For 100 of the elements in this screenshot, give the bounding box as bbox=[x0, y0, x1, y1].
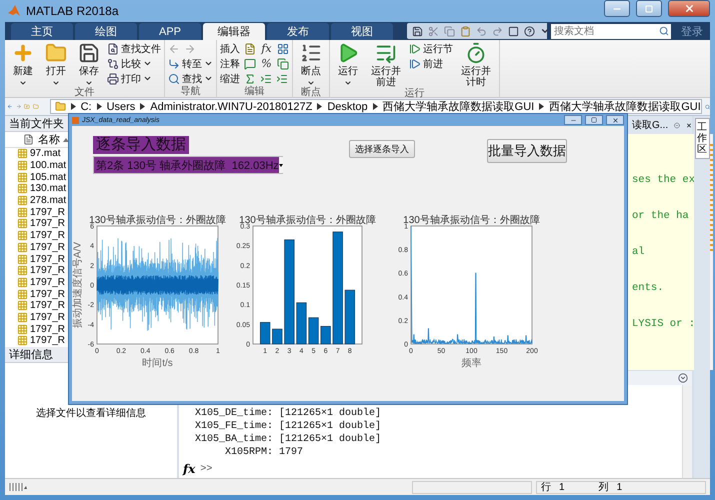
path-segment[interactable]: Users bbox=[106, 100, 136, 112]
file-name[interactable]: 1797_R bbox=[30, 206, 66, 218]
save-icon[interactable] bbox=[412, 26, 423, 36]
copy-icon[interactable] bbox=[444, 26, 455, 36]
arrow-icon bbox=[168, 58, 180, 70]
toolstrip-button[interactable]: 注释 bbox=[220, 57, 240, 70]
toolstrip-button[interactable]: 打印 bbox=[107, 72, 161, 85]
file-icon bbox=[17, 300, 28, 312]
clipboard-icon[interactable] bbox=[460, 26, 471, 36]
undo-icon[interactable] bbox=[476, 26, 487, 36]
ribbon-tab[interactable]: 视图 bbox=[331, 23, 393, 40]
file-name[interactable]: 100.mat bbox=[30, 160, 66, 172]
file-name[interactable]: 278.mat bbox=[30, 195, 66, 206]
file-name[interactable]: 97.mat bbox=[30, 148, 61, 160]
section-label: 逐条导入数据 bbox=[93, 136, 189, 154]
file-name[interactable]: 1797_R bbox=[30, 265, 66, 276]
path-segment[interactable]: Administrator.WIN7U-20180127Z bbox=[150, 100, 312, 112]
file-name[interactable]: 1797_R bbox=[30, 218, 66, 230]
file-icon bbox=[17, 335, 28, 346]
ribbon-tab[interactable]: 发布 bbox=[267, 23, 329, 40]
file-icon bbox=[17, 230, 28, 242]
file-name[interactable]: 130.mat bbox=[30, 183, 66, 194]
path-segment[interactable]: Desktop bbox=[327, 100, 368, 112]
file-name[interactable]: 1797_R bbox=[30, 288, 66, 300]
maximize-button[interactable] bbox=[636, 0, 662, 17]
ribbon-tab[interactable]: 编辑器 bbox=[203, 23, 265, 40]
variable-value: 1797 bbox=[279, 446, 304, 459]
printer-icon bbox=[107, 72, 119, 84]
toolstrip-button[interactable]: 比较 bbox=[107, 57, 161, 70]
window-icon[interactable] bbox=[508, 26, 519, 36]
import-button[interactable]: 选择逐条导入 bbox=[349, 140, 415, 158]
variable-name: X105_BA_time: bbox=[194, 433, 273, 446]
function-browser-icon[interactable]: fx bbox=[183, 462, 196, 476]
column-header[interactable]: 名称 bbox=[38, 132, 69, 147]
login-link[interactable]: 登录 bbox=[681, 24, 703, 38]
code-line: ents. bbox=[632, 282, 665, 294]
search-icon[interactable] bbox=[657, 24, 671, 38]
toolstrip-button[interactable]: fx bbox=[260, 42, 273, 55]
path-segment[interactable]: 西储大学轴承故障数据读取GUI bbox=[549, 99, 701, 114]
variable-name: X105_DE_time: bbox=[194, 407, 273, 420]
search-field[interactable]: 搜索文档 bbox=[551, 24, 657, 38]
variable-value: [121265×1 double] bbox=[279, 407, 382, 420]
status-value: 1 bbox=[616, 482, 622, 492]
file-icon bbox=[17, 288, 28, 300]
ribbon-tab[interactable]: 绘图 bbox=[75, 23, 137, 40]
editor-tab[interactable]: 读取G... bbox=[632, 118, 668, 132]
group-label: 运行 bbox=[404, 88, 426, 99]
file-name[interactable]: 1797_R bbox=[30, 276, 66, 288]
menu-icon[interactable] bbox=[674, 120, 680, 130]
separator-arrow-icon bbox=[539, 103, 544, 110]
toolstrip-button[interactable]: 断点 bbox=[296, 42, 326, 87]
toolstrip-button[interactable]: 运行并前进 bbox=[366, 42, 406, 88]
file-name[interactable]: 1797_R bbox=[30, 254, 66, 265]
code-line: ses the ex bbox=[632, 174, 696, 186]
toolstrip-button[interactable]: 缩进 bbox=[220, 72, 240, 85]
minimize-button[interactable] bbox=[604, 0, 630, 17]
import-button[interactable]: 批量导入数据 bbox=[487, 139, 567, 163]
ribbon-tab[interactable]: APP bbox=[139, 23, 201, 40]
scrollbar[interactable] bbox=[682, 385, 692, 478]
file-name[interactable]: 1797_R bbox=[30, 312, 66, 323]
toolstrip-button[interactable]: 运行 bbox=[333, 42, 363, 87]
close-button[interactable] bbox=[668, 0, 710, 17]
back-arrow-icon[interactable] bbox=[168, 42, 180, 54]
file-name[interactable]: 105.mat bbox=[30, 172, 66, 183]
toolstrip-button[interactable]: 前进 bbox=[409, 57, 453, 70]
toolstrip-button[interactable]: 插入 bbox=[220, 42, 240, 55]
file-icon bbox=[17, 312, 28, 323]
help-icon[interactable] bbox=[524, 26, 535, 36]
close-button[interactable] bbox=[606, 115, 624, 125]
toolstrip-button[interactable]: 运行节 bbox=[409, 42, 453, 55]
workspace-tab[interactable]: 工作区 bbox=[694, 118, 710, 159]
toolstrip-button[interactable]: 查找文件 bbox=[107, 42, 161, 55]
file-icon bbox=[17, 218, 28, 230]
document-icon bbox=[244, 42, 256, 54]
indent-icon bbox=[276, 72, 288, 84]
caret-icon[interactable] bbox=[540, 26, 550, 36]
redo-icon[interactable] bbox=[492, 26, 503, 36]
grip-icon[interactable] bbox=[9, 483, 27, 491]
file-name[interactable]: 1797_R bbox=[30, 324, 66, 335]
file-name[interactable]: 1797_R bbox=[30, 335, 66, 346]
toolstrip-button[interactable]: 新建 bbox=[8, 42, 38, 87]
file-name[interactable]: 1797_R bbox=[30, 300, 66, 312]
file-name[interactable]: 1797_R bbox=[30, 242, 66, 253]
status-value: 1 bbox=[559, 482, 565, 492]
command-prompt: >> bbox=[200, 464, 212, 474]
path-field[interactable]: C: Users Administrator.WIN7U-20180127Z Desktop 西储大学轴承故障数据读取GUI 西储大学轴承故障数据读取GUI bbox=[50, 99, 702, 114]
ribbon-tab[interactable]: 主页 bbox=[11, 23, 73, 40]
toolstrip-button[interactable]: 转至 bbox=[168, 57, 213, 70]
toolstrip-button[interactable]: 保存 bbox=[74, 42, 104, 87]
toolstrip-button[interactable]: % bbox=[260, 57, 273, 70]
file-name[interactable]: 1797_R bbox=[30, 230, 66, 242]
scissors-icon[interactable] bbox=[428, 26, 439, 36]
maximize-button[interactable] bbox=[585, 115, 603, 125]
toolstrip-button[interactable]: 打开 bbox=[41, 42, 71, 87]
forward-arrow-icon[interactable] bbox=[184, 42, 196, 54]
path-segment[interactable]: 西储大学轴承故障数据读取GUI bbox=[382, 99, 534, 114]
path-segment[interactable]: C: bbox=[80, 100, 92, 112]
toolstrip-button[interactable]: 查找 bbox=[168, 72, 213, 85]
menu-icon[interactable] bbox=[678, 373, 688, 383]
toolstrip-button[interactable]: 运行并计时 bbox=[456, 42, 496, 88]
